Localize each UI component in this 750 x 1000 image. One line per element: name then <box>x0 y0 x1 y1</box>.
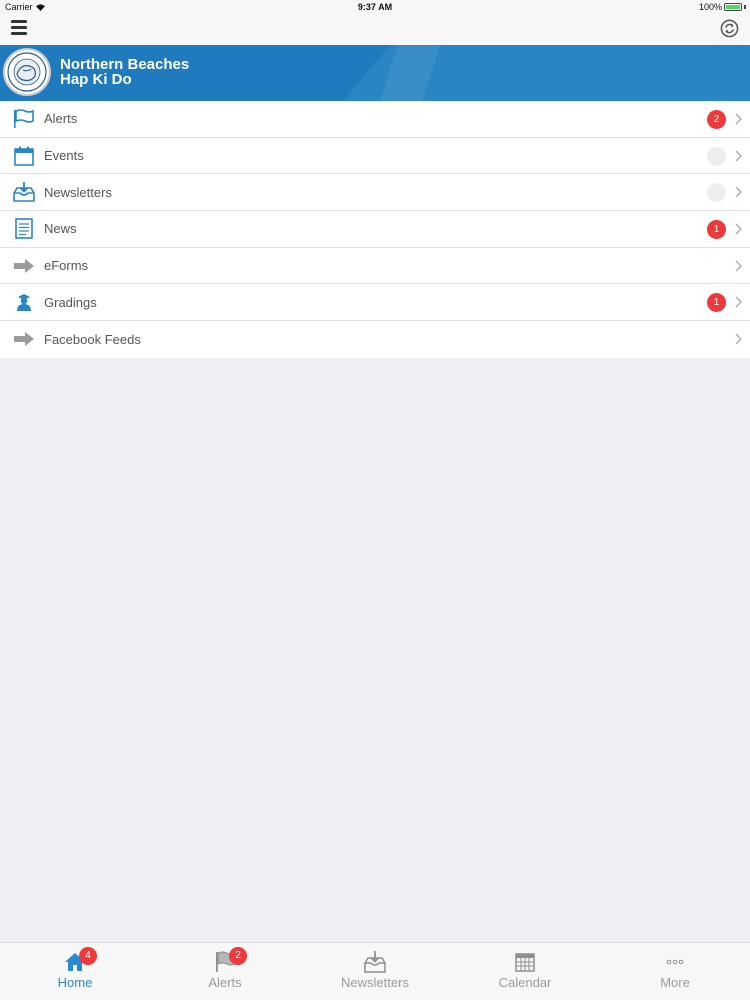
menu-item-label: News <box>44 221 77 237</box>
org-header: Northern Beaches Hap Ki Do <box>0 45 750 101</box>
alerts-badge: 2 <box>229 947 247 965</box>
tab-label: Alerts <box>208 975 242 990</box>
chevron-right-icon <box>735 150 742 162</box>
arrow-right-icon <box>13 255 35 277</box>
chevron-right-icon <box>735 223 742 235</box>
menu-item-label: Facebook Feeds <box>44 331 141 347</box>
flag-icon <box>13 108 35 130</box>
menu-item-label: eForms <box>44 258 89 274</box>
battery-icon <box>724 3 742 11</box>
alerts-count-badge: 2 <box>707 110 726 129</box>
menu-item-label: Gradings <box>44 294 97 310</box>
sync-icon[interactable] <box>720 19 739 38</box>
tab-label: Calendar <box>498 975 552 990</box>
tab-more[interactable]: More <box>600 943 750 1000</box>
inbox-download-icon <box>364 951 386 973</box>
chevron-right-icon <box>735 260 742 272</box>
gradings-count-badge: 1 <box>707 293 726 313</box>
menu-item-events[interactable]: Events 0 <box>0 138 750 175</box>
tab-label: Home <box>57 975 93 990</box>
document-icon <box>13 218 35 240</box>
tab-label: Newsletters <box>341 975 409 990</box>
menu-item-label: Newsletters <box>44 184 112 200</box>
org-name-line1: Northern Beaches <box>60 56 190 73</box>
org-name-line2: Hap Ki Do <box>60 71 132 88</box>
tab-newsletters[interactable]: Newsletters <box>300 943 450 1000</box>
newsletters-count-badge: 0 <box>707 183 726 203</box>
tab-label: More <box>660 975 690 990</box>
tab-bar: 4 Home 2 Alerts Newsletters Calendar Mor… <box>0 942 750 1000</box>
menu-item-newsletters[interactable]: Newsletters 0 <box>0 174 750 212</box>
club-logo <box>3 48 51 96</box>
chevron-right-icon <box>735 333 742 345</box>
menu-item-facebook-feeds[interactable]: Facebook Feeds <box>0 321 750 358</box>
status-time: 9:37 AM <box>357 2 393 12</box>
chevron-right-icon <box>735 186 742 198</box>
org-name: Northern Beaches Hap Ki Do <box>60 57 189 87</box>
main-menu: Alerts 2 Events 0 Newsletters 0 <box>0 101 750 358</box>
calendar-icon <box>515 953 535 972</box>
chevron-right-icon <box>735 113 742 125</box>
battery: 100% <box>699 2 746 12</box>
arrow-right-icon <box>13 328 35 350</box>
nav-bar <box>0 14 750 45</box>
hamburger-menu-icon[interactable] <box>11 20 27 36</box>
more-icon <box>666 959 684 965</box>
tab-home[interactable]: 4 Home <box>0 943 150 1000</box>
menu-item-gradings[interactable]: Gradings 1 <box>0 284 750 322</box>
graduate-icon <box>13 291 35 313</box>
status-bar: Carrier 9:37 AM 100% <box>0 0 750 14</box>
events-count-badge: 0 <box>707 146 726 166</box>
menu-item-alerts[interactable]: Alerts 2 <box>0 101 750 138</box>
home-badge: 4 <box>79 947 97 965</box>
menu-item-label: Events <box>44 148 84 164</box>
tab-alerts[interactable]: 2 Alerts <box>150 943 300 1000</box>
menu-item-news[interactable]: News 1 <box>0 211 750 248</box>
menu-item-label: Alerts <box>44 111 78 127</box>
inbox-download-icon <box>13 181 35 203</box>
battery-percent: 100% <box>698 2 722 12</box>
chevron-right-icon <box>735 296 742 308</box>
news-count-badge: 1 <box>707 220 726 240</box>
menu-item-eforms[interactable]: eForms <box>0 248 750 285</box>
tab-calendar[interactable]: Calendar <box>450 943 600 1000</box>
calendar-icon <box>13 145 35 167</box>
